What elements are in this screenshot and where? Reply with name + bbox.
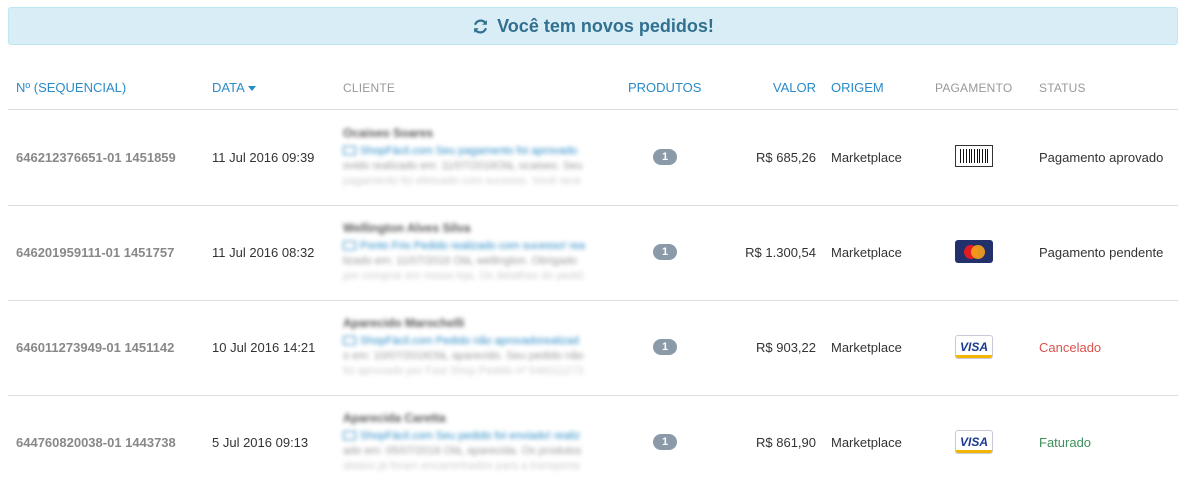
col-header-status: STATUS xyxy=(1039,81,1086,95)
client-info[interactable]: Wellington Alves Silva Ponto Frio Pedido … xyxy=(343,220,613,284)
client-name: Wellington Alves Silva xyxy=(343,221,471,235)
products-count-badge: 1 xyxy=(653,244,677,260)
sort-desc-icon xyxy=(247,86,256,92)
col-header-origem[interactable]: ORIGEM xyxy=(831,80,884,96)
client-message-preview-more: pagamento foi efetuado com sucesso. Você… xyxy=(343,175,581,187)
mastercard-icon xyxy=(955,240,993,263)
banner-text: Você tem novos pedidos! xyxy=(497,15,714,36)
order-value: R$ 1.300,54 xyxy=(745,245,816,260)
client-name: Aparecida Caretta xyxy=(343,411,446,425)
payment-method: VISA xyxy=(955,430,993,454)
client-message-text: Ponto Frio Pedido realizado com sucesso!… xyxy=(360,240,586,252)
client-last-message[interactable]: Ponto Frio Pedido realizado com sucesso!… xyxy=(343,239,613,254)
order-value: R$ 861,90 xyxy=(756,435,816,450)
client-info[interactable]: Aparecido Marochelli ShopFácil.com Pedido… xyxy=(343,315,613,379)
client-name: Aparecido Marochelli xyxy=(343,316,465,330)
col-header-sequencial[interactable]: Nº (SEQUENCIAL) xyxy=(16,80,126,96)
envelope-icon xyxy=(343,241,356,250)
payment-method xyxy=(955,145,993,167)
col-header-data[interactable]: DATA xyxy=(212,80,256,96)
col-header-cliente: CLIENTE xyxy=(343,81,396,95)
client-message-preview: ovido realizado em: 11/07/2016Olá, ocais… xyxy=(343,160,583,172)
client-message-text: ShopFácil.com Pedido não aprovadorealiza… xyxy=(360,335,579,347)
col-header-valor[interactable]: VALOR xyxy=(773,80,816,96)
order-value: R$ 685,26 xyxy=(756,150,816,165)
client-info[interactable]: Aparecida Caretta ShopFácil.com Seu pedid… xyxy=(343,410,613,474)
boleto-barcode-icon xyxy=(955,145,993,167)
order-date: 10 Jul 2016 14:21 xyxy=(212,340,316,355)
order-id-link[interactable]: 644760820038-01 1443738 xyxy=(16,435,176,451)
client-message-text: ShopFácil.com Seu pagamento foi aprovado xyxy=(360,145,578,157)
visa-icon: VISA xyxy=(955,335,993,359)
envelope-icon xyxy=(343,146,356,155)
client-message-preview-more: abaixo já foram encaminhados para a tran… xyxy=(343,460,580,472)
products-count-badge: 1 xyxy=(653,149,677,165)
client-last-message[interactable]: ShopFácil.com Pedido não aprovadorealiza… xyxy=(343,334,613,349)
order-status: Pagamento pendente xyxy=(1039,245,1164,260)
order-id-link[interactable]: 646212376651-01 1451859 xyxy=(16,150,176,166)
visa-icon: VISA xyxy=(955,430,993,454)
order-origin: Marketplace xyxy=(831,150,902,165)
order-origin: Marketplace xyxy=(831,435,902,450)
order-origin: Marketplace xyxy=(831,340,902,355)
payment-method: VISA xyxy=(955,335,993,359)
products-count-badge: 1 xyxy=(653,434,677,450)
refresh-icon xyxy=(474,19,488,33)
client-message-preview: ado em: 05/07/2016 Olá, aparecida. Os pr… xyxy=(343,445,582,457)
order-value: R$ 903,22 xyxy=(756,340,816,355)
order-row[interactable]: 644760820038-01 1443738 5 Jul 2016 09:13 A… xyxy=(8,396,1178,489)
products-count-badge: 1 xyxy=(653,339,677,355)
order-row[interactable]: 646011273949-01 1451142 10 Jul 2016 14:21… xyxy=(8,301,1178,396)
order-status: Faturado xyxy=(1039,435,1092,450)
order-id-link[interactable]: 646011273949-01 1451142 xyxy=(16,340,174,356)
order-date: 5 Jul 2016 09:13 xyxy=(212,435,309,450)
client-message-preview-more: foi aprovado por Fast Shop Pedido nº 646… xyxy=(343,365,584,377)
order-status: Cancelado xyxy=(1039,340,1102,355)
client-last-message[interactable]: ShopFácil.com Seu pedido foi enviado! re… xyxy=(343,429,613,444)
client-name: Ocaiseo Soares xyxy=(343,126,434,140)
order-row[interactable]: 646201959111-01 1451757 11 Jul 2016 08:32… xyxy=(8,206,1178,301)
new-orders-banner[interactable]: Você tem novos pedidos! xyxy=(8,7,1178,45)
orders-table-header: Nº (SEQUENCIAL) DATA CLIENTE PRODUTOS VA… xyxy=(8,70,1178,110)
client-message-preview: o em: 10/07/2016Olá, aparecido. Seu pedi… xyxy=(343,350,584,362)
order-date: 11 Jul 2016 09:39 xyxy=(212,150,315,165)
payment-method xyxy=(955,240,993,263)
client-message-preview: lizado em: 11/07/2016 Olá, wellington. O… xyxy=(343,255,577,267)
order-date: 11 Jul 2016 08:32 xyxy=(212,245,315,260)
client-last-message[interactable]: ShopFácil.com Seu pagamento foi aprovado xyxy=(343,144,613,159)
col-header-produtos[interactable]: PRODUTOS xyxy=(628,80,701,96)
order-status: Pagamento aprovado xyxy=(1039,150,1164,165)
col-header-data-label: DATA xyxy=(212,80,245,95)
envelope-icon xyxy=(343,431,356,440)
order-row[interactable]: 646212376651-01 1451859 11 Jul 2016 09:39… xyxy=(8,111,1178,206)
client-message-preview-more: por comprar em nossa loja. Os detalhes d… xyxy=(343,270,584,282)
order-id-link[interactable]: 646201959111-01 1451757 xyxy=(16,245,174,261)
client-message-text: ShopFácil.com Seu pedido foi enviado! re… xyxy=(360,430,581,442)
client-info[interactable]: Ocaiseo Soares ShopFácil.com Seu pagament… xyxy=(343,125,613,189)
envelope-icon xyxy=(343,336,356,345)
col-header-pagamento: PAGAMENTO xyxy=(935,81,1013,95)
order-origin: Marketplace xyxy=(831,245,902,260)
